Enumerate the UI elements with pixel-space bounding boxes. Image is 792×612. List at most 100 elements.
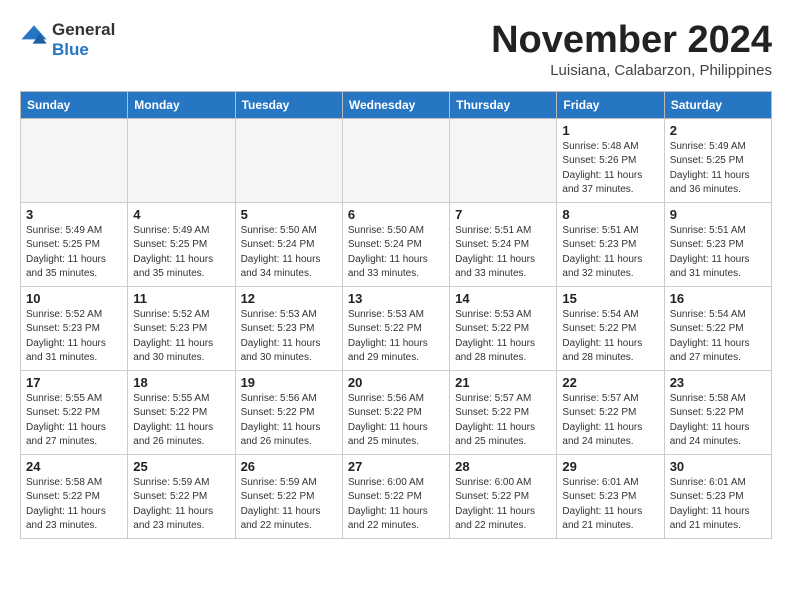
page: General Blue November 2024 Luisiana, Cal… [0, 0, 792, 549]
day-number: 2 [670, 123, 766, 138]
day-number: 15 [562, 291, 658, 306]
calendar-cell: 7Sunrise: 5:51 AMSunset: 5:24 PMDaylight… [450, 202, 557, 286]
weekday-header-monday: Monday [128, 91, 235, 118]
day-number: 3 [26, 207, 122, 222]
day-info: Sunrise: 5:57 AMSunset: 5:22 PMDaylight:… [455, 392, 551, 450]
day-number: 27 [348, 459, 444, 474]
calendar-cell: 1 Sunrise: 5:48 AMSunset: 5:26 PMDaylight… [557, 118, 664, 202]
day-number: 6 [348, 207, 444, 222]
calendar-cell [342, 118, 449, 202]
day-info: Sunrise: 5:55 AMSunset: 5:22 PMDaylight:… [133, 392, 229, 450]
day-info: Sunrise: 5:52 AMSunset: 5:23 PMDaylight:… [133, 308, 229, 366]
weekday-header-friday: Friday [557, 91, 664, 118]
day-info: Sunrise: 5:49 AMSunset: 5:25 PMDaylight:… [133, 224, 229, 282]
weekday-header-row: SundayMondayTuesdayWednesdayThursdayFrid… [21, 91, 772, 118]
day-info: Sunrise: 6:00 AMSunset: 5:22 PMDaylight:… [348, 476, 444, 534]
month-title: November 2024 [491, 20, 772, 62]
day-number: 8 [562, 207, 658, 222]
calendar-cell: 15 Sunrise: 5:54 AMSunset: 5:22 PMDayligh… [557, 286, 664, 370]
day-number: 14 [455, 291, 551, 306]
day-info: Sunrise: 5:59 AMSunset: 5:22 PMDaylight:… [133, 476, 229, 534]
day-number: 26 [241, 459, 337, 474]
day-info: Sunrise: 5:49 AMSunset: 5:25 PMDaylight:… [670, 140, 766, 198]
day-info: Sunrise: 5:53 AMSunset: 5:23 PMDaylight:… [241, 308, 337, 366]
day-info: Sunrise: 5:53 AMSunset: 5:22 PMDaylight:… [348, 308, 444, 366]
day-info: Sunrise: 5:59 AMSunset: 5:22 PMDaylight:… [241, 476, 337, 534]
day-number: 12 [241, 291, 337, 306]
day-info: Sunrise: 5:51 AMSunset: 5:23 PMDaylight:… [562, 224, 658, 282]
calendar-cell: 6Sunrise: 5:50 AMSunset: 5:24 PMDaylight… [342, 202, 449, 286]
day-number: 4 [133, 207, 229, 222]
calendar-cell: 19 Sunrise: 5:56 AMSunset: 5:22 PMDayligh… [235, 370, 342, 454]
weekday-header-thursday: Thursday [450, 91, 557, 118]
calendar-cell [450, 118, 557, 202]
day-number: 9 [670, 207, 766, 222]
day-number: 16 [670, 291, 766, 306]
day-number: 24 [26, 459, 122, 474]
weekday-header-wednesday: Wednesday [342, 91, 449, 118]
logo: General Blue [20, 20, 115, 61]
day-info: Sunrise: 5:58 AMSunset: 5:22 PMDaylight:… [670, 392, 766, 450]
calendar-cell: 17 Sunrise: 5:55 AMSunset: 5:22 PMDayligh… [21, 370, 128, 454]
day-info: Sunrise: 6:01 AMSunset: 5:23 PMDaylight:… [670, 476, 766, 534]
day-number: 13 [348, 291, 444, 306]
day-info: Sunrise: 6:00 AMSunset: 5:22 PMDaylight:… [455, 476, 551, 534]
week-row-3: 10 Sunrise: 5:52 AMSunset: 5:23 PMDayligh… [21, 286, 772, 370]
day-info: Sunrise: 5:53 AMSunset: 5:22 PMDaylight:… [455, 308, 551, 366]
day-info: Sunrise: 5:55 AMSunset: 5:22 PMDaylight:… [26, 392, 122, 450]
day-number: 17 [26, 375, 122, 390]
calendar-cell: 23 Sunrise: 5:58 AMSunset: 5:22 PMDayligh… [664, 370, 771, 454]
day-number: 21 [455, 375, 551, 390]
calendar-table: SundayMondayTuesdayWednesdayThursdayFrid… [20, 91, 772, 539]
day-info: Sunrise: 5:52 AMSunset: 5:23 PMDaylight:… [26, 308, 122, 366]
day-number: 29 [562, 459, 658, 474]
day-info: Sunrise: 5:56 AMSunset: 5:22 PMDaylight:… [348, 392, 444, 450]
day-info: Sunrise: 5:51 AMSunset: 5:24 PMDaylight:… [455, 224, 551, 282]
day-info: Sunrise: 5:57 AMSunset: 5:22 PMDaylight:… [562, 392, 658, 450]
header: General Blue November 2024 Luisiana, Cal… [20, 20, 772, 79]
calendar-cell: 14 Sunrise: 5:53 AMSunset: 5:22 PMDayligh… [450, 286, 557, 370]
day-info: Sunrise: 6:01 AMSunset: 5:23 PMDaylight:… [562, 476, 658, 534]
weekday-header-tuesday: Tuesday [235, 91, 342, 118]
calendar-cell [235, 118, 342, 202]
day-info: Sunrise: 5:48 AMSunset: 5:26 PMDaylight:… [562, 140, 658, 198]
calendar-cell: 24 Sunrise: 5:58 AMSunset: 5:22 PMDayligh… [21, 454, 128, 538]
day-info: Sunrise: 5:51 AMSunset: 5:23 PMDaylight:… [670, 224, 766, 282]
day-info: Sunrise: 5:54 AMSunset: 5:22 PMDaylight:… [670, 308, 766, 366]
day-number: 1 [562, 123, 658, 138]
day-info: Sunrise: 5:56 AMSunset: 5:22 PMDaylight:… [241, 392, 337, 450]
day-number: 23 [670, 375, 766, 390]
day-info: Sunrise: 5:58 AMSunset: 5:22 PMDaylight:… [26, 476, 122, 534]
calendar-cell: 25 Sunrise: 5:59 AMSunset: 5:22 PMDayligh… [128, 454, 235, 538]
calendar-cell: 22Sunrise: 5:57 AMSunset: 5:22 PMDayligh… [557, 370, 664, 454]
location-subtitle: Luisiana, Calabarzon, Philippines [491, 62, 772, 79]
day-info: Sunrise: 5:54 AMSunset: 5:22 PMDaylight:… [562, 308, 658, 366]
calendar-cell: 27 Sunrise: 6:00 AMSunset: 5:22 PMDayligh… [342, 454, 449, 538]
calendar-cell: 4 Sunrise: 5:49 AMSunset: 5:25 PMDaylight… [128, 202, 235, 286]
calendar-cell: 2 Sunrise: 5:49 AMSunset: 5:25 PMDaylight… [664, 118, 771, 202]
calendar-cell: 9 Sunrise: 5:51 AMSunset: 5:23 PMDaylight… [664, 202, 771, 286]
calendar-cell: 12 Sunrise: 5:53 AMSunset: 5:23 PMDayligh… [235, 286, 342, 370]
day-number: 11 [133, 291, 229, 306]
calendar-cell: 10 Sunrise: 5:52 AMSunset: 5:23 PMDayligh… [21, 286, 128, 370]
week-row-5: 24 Sunrise: 5:58 AMSunset: 5:22 PMDayligh… [21, 454, 772, 538]
week-row-2: 3 Sunrise: 5:49 AMSunset: 5:25 PMDaylight… [21, 202, 772, 286]
weekday-header-sunday: Sunday [21, 91, 128, 118]
logo-blue: Blue [52, 40, 115, 60]
header-right: November 2024 Luisiana, Calabarzon, Phil… [491, 20, 772, 79]
calendar-cell: 30 Sunrise: 6:01 AMSunset: 5:23 PMDayligh… [664, 454, 771, 538]
calendar-cell: 26 Sunrise: 5:59 AMSunset: 5:22 PMDayligh… [235, 454, 342, 538]
logo-icon [20, 24, 48, 52]
week-row-1: 1 Sunrise: 5:48 AMSunset: 5:26 PMDaylight… [21, 118, 772, 202]
calendar-cell: 3 Sunrise: 5:49 AMSunset: 5:25 PMDaylight… [21, 202, 128, 286]
day-number: 30 [670, 459, 766, 474]
logo-general: General [52, 20, 115, 40]
day-number: 19 [241, 375, 337, 390]
calendar-cell: 8 Sunrise: 5:51 AMSunset: 5:23 PMDaylight… [557, 202, 664, 286]
day-number: 10 [26, 291, 122, 306]
day-info: Sunrise: 5:49 AMSunset: 5:25 PMDaylight:… [26, 224, 122, 282]
day-number: 25 [133, 459, 229, 474]
calendar-cell: 28Sunrise: 6:00 AMSunset: 5:22 PMDayligh… [450, 454, 557, 538]
calendar-cell: 16 Sunrise: 5:54 AMSunset: 5:22 PMDayligh… [664, 286, 771, 370]
weekday-header-saturday: Saturday [664, 91, 771, 118]
